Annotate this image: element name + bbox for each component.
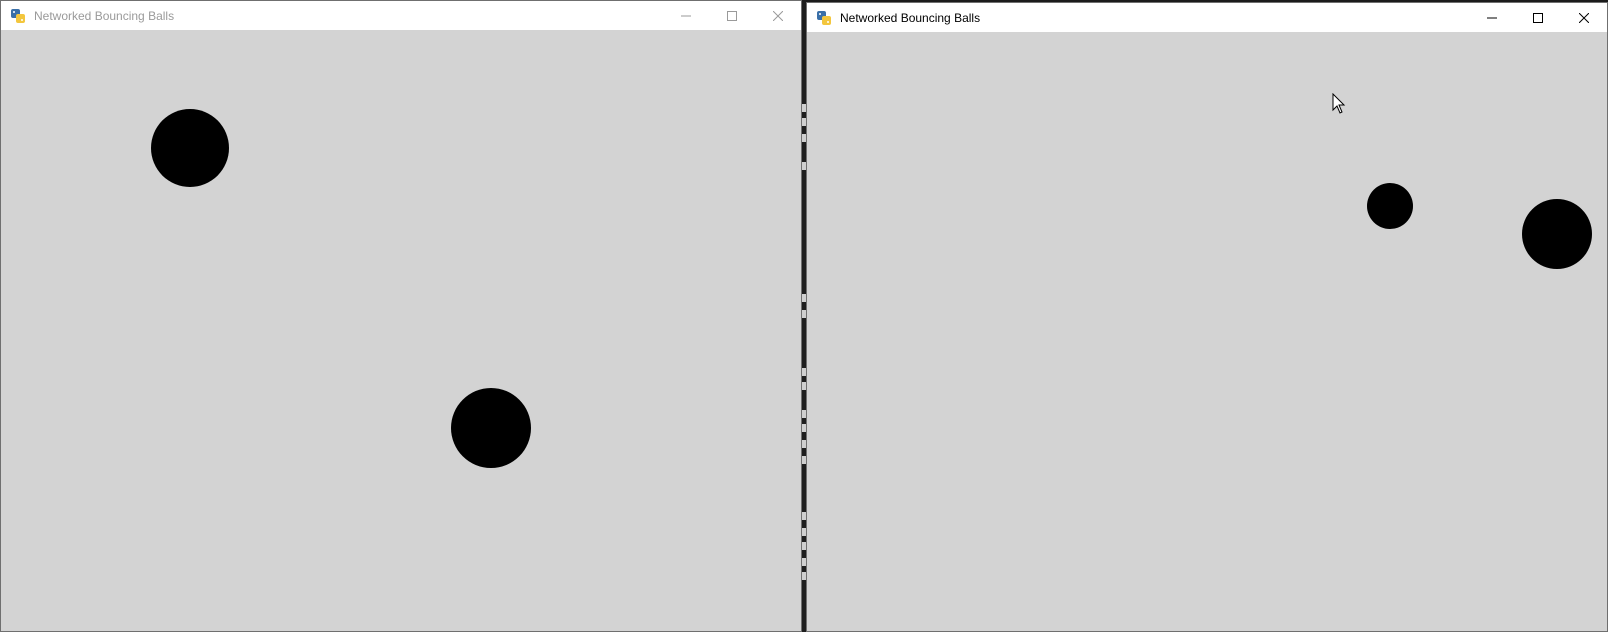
window-title: Networked Bouncing Balls: [34, 8, 175, 23]
maximize-button[interactable]: [709, 1, 755, 30]
mouse-pointer-icon: [1332, 93, 1346, 114]
game-canvas[interactable]: [1, 31, 801, 631]
minimize-icon: [681, 15, 691, 16]
window-right[interactable]: Networked Bouncing Balls: [806, 2, 1608, 632]
ball: [451, 388, 531, 468]
ball: [151, 109, 229, 187]
close-icon: [1579, 12, 1589, 23]
ball: [1522, 199, 1592, 269]
maximize-icon: [1533, 12, 1543, 23]
maximize-icon: [727, 10, 737, 21]
close-button[interactable]: [1561, 3, 1607, 32]
title-bar[interactable]: Networked Bouncing Balls: [1, 1, 801, 30]
window-title: Networked Bouncing Balls: [840, 10, 981, 25]
python-icon: [817, 10, 831, 25]
close-button[interactable]: [755, 1, 801, 30]
python-icon: [11, 8, 25, 23]
minimize-button[interactable]: [663, 1, 709, 30]
ball: [1367, 183, 1413, 229]
maximize-button[interactable]: [1515, 3, 1561, 32]
minimize-icon: [1487, 17, 1497, 18]
window-left[interactable]: Networked Bouncing Balls: [0, 0, 802, 632]
close-icon: [773, 10, 783, 21]
title-bar[interactable]: Networked Bouncing Balls: [807, 3, 1607, 32]
minimize-button[interactable]: [1469, 3, 1515, 32]
game-canvas[interactable]: [807, 33, 1607, 631]
